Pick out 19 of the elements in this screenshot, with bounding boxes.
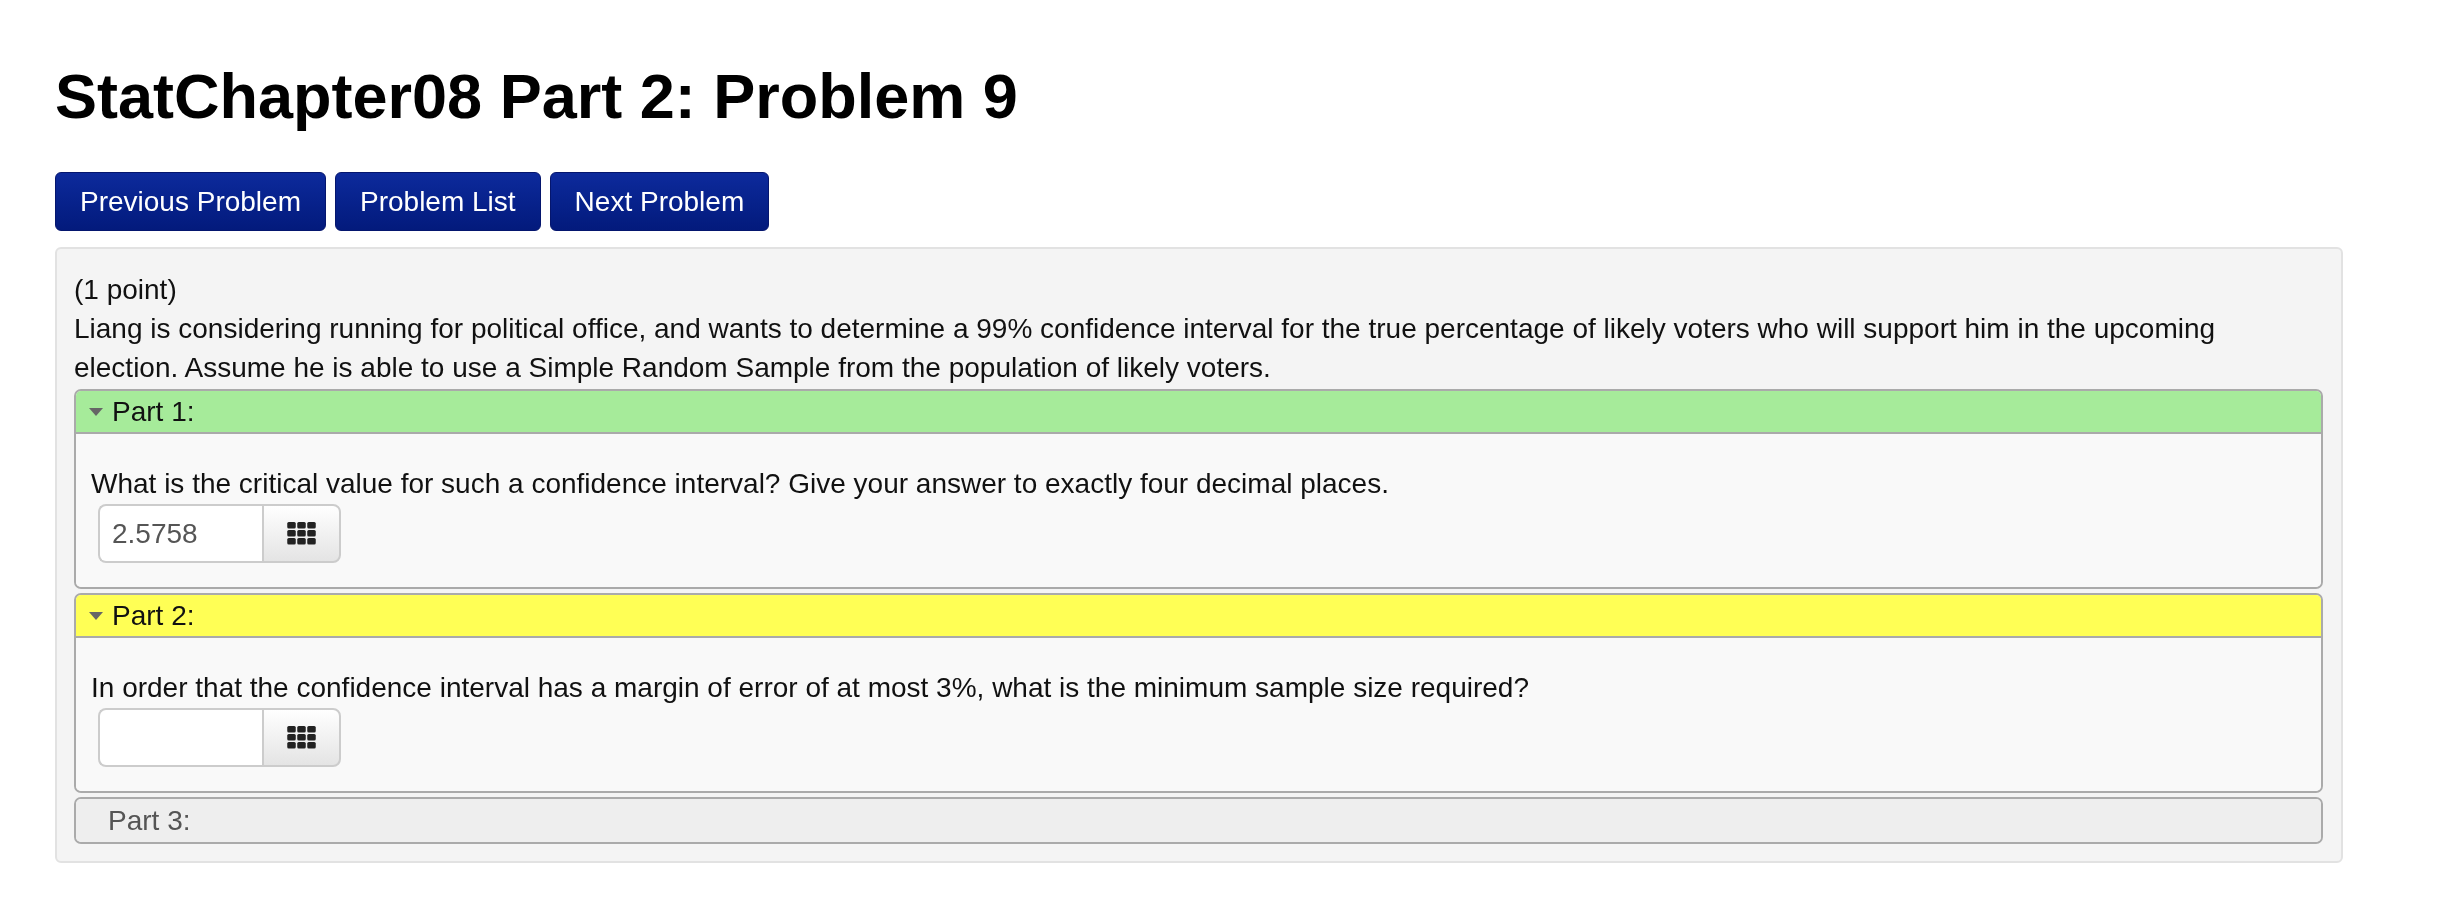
caret-icon [89, 407, 103, 416]
question-text: What is the critical value for such a confidence interval? Give your answer to exactly four decimal places. [91, 468, 1390, 500]
answer-field[interactable] [98, 708, 262, 767]
grid-button[interactable] [262, 504, 341, 563]
caret-icon [89, 611, 103, 620]
part-header[interactable]: Part 1: [76, 391, 2321, 434]
next-problem-button[interactable]: Next Problem [549, 172, 770, 231]
grid-button[interactable] [262, 708, 341, 767]
page-title: StatChapter08 Part 2: Problem 9 [55, 60, 1018, 133]
question-text: In order that the confidence interval has a margin of error of at most 3%, what is the minimum sample size required? [91, 672, 1530, 704]
part-header[interactable]: Part 2: [76, 595, 2321, 638]
answer-field[interactable]: 2.5758 [98, 504, 262, 563]
problem-statement: Liang is considering running for political office, and wants to determine a 99% confidence interval for the true percentage of likely voters who will support him in the upcoming election. Assume he is able to use a Simple Random Sample from the population of likely voters. [74, 312, 2217, 385]
grid-icon [287, 522, 316, 545]
part-header[interactable]: Part 3: [76, 799, 2321, 842]
grid-icon [287, 726, 316, 749]
previous-problem-button[interactable]: Previous Problem [55, 172, 326, 231]
problem-list-button[interactable]: Problem List [335, 172, 541, 231]
points-label: (1 point) [74, 273, 178, 307]
